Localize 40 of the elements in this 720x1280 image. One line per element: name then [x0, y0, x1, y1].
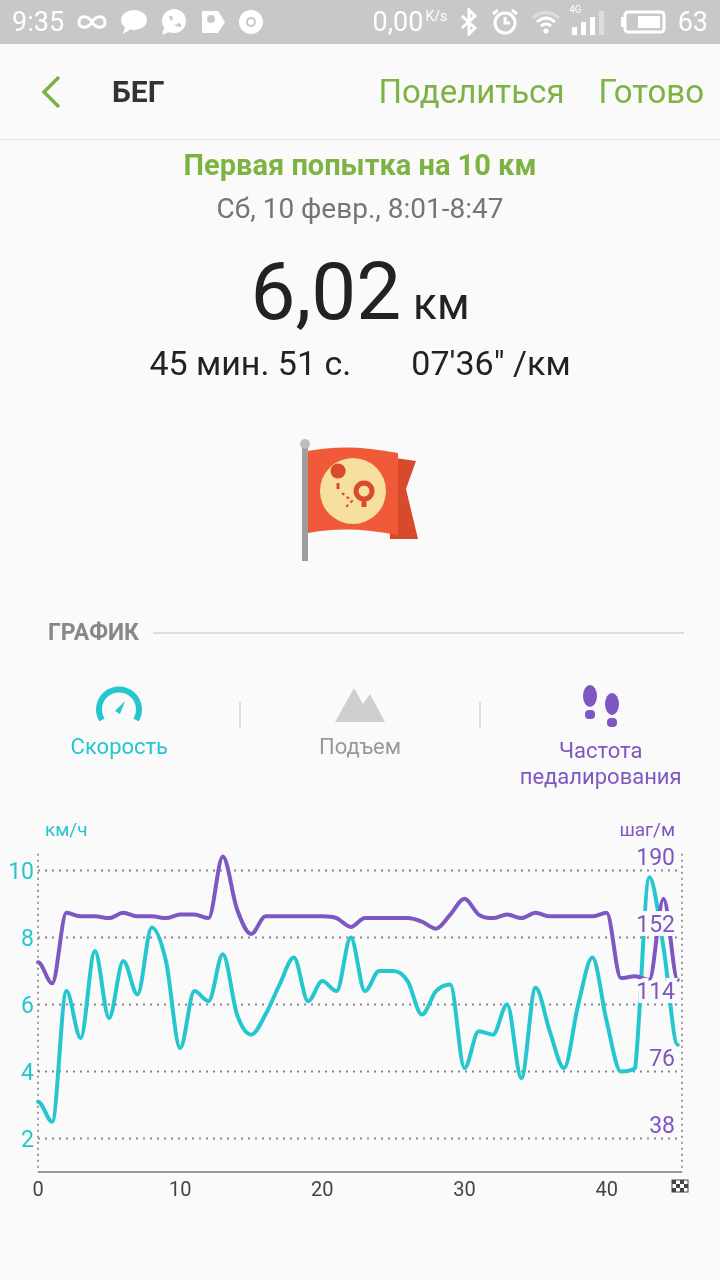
tick-label: 2 [21, 1125, 34, 1153]
finish-flag-icon [671, 1179, 689, 1193]
duration-text: 45 мин. 51 с. [149, 343, 352, 383]
tick-label: 6 [21, 991, 34, 1019]
share-link[interactable]: Поделиться [378, 72, 565, 111]
axis-label: км/ч [45, 818, 88, 841]
alarm-icon [491, 8, 520, 36]
distance-value: 6,02 [250, 245, 402, 339]
chart-tab[interactable]: Подъем [240, 684, 480, 761]
pace-text: 07'36" /км [411, 343, 571, 383]
tick-label: 40 [595, 1177, 618, 1198]
tick-label: 10 [8, 857, 34, 885]
back-icon[interactable] [40, 73, 62, 110]
wifi-icon [531, 10, 562, 34]
tick-label: 8 [21, 924, 34, 952]
battery-icon [619, 10, 666, 34]
message-icon [120, 9, 149, 35]
map-tag-icon [200, 9, 227, 35]
speedometer-icon [94, 684, 145, 724]
distance-unit: км [413, 278, 470, 330]
done-link[interactable]: Готово [598, 72, 704, 111]
screen-title: БЕГ [112, 74, 165, 109]
browser-icon [238, 9, 265, 35]
bluetooth-icon [459, 8, 480, 36]
workout-title: Первая попытка на 10 км [183, 148, 537, 182]
tick-label: 190 [636, 843, 675, 871]
tick-label: 0 [32, 1177, 44, 1198]
tick-label: 38 [649, 1111, 675, 1139]
axis-label: шаг/м [619, 818, 675, 841]
infinity-icon [76, 13, 109, 31]
chart-tab[interactable]: Скорость [0, 684, 239, 761]
tick-label: 4 [21, 1058, 34, 1086]
section-title: ГРАФИК [48, 619, 139, 646]
phone-bubble-icon [160, 8, 189, 36]
chart-tab[interactable]: Частота педалирования [481, 684, 720, 791]
tick-label: 20 [311, 1177, 334, 1198]
tick-label: 30 [453, 1177, 476, 1198]
workout-date: Сб, 10 февр., 8:01-8:47 [216, 192, 504, 225]
tick-label: 76 [649, 1044, 675, 1072]
tick-label: 10 [168, 1177, 192, 1198]
